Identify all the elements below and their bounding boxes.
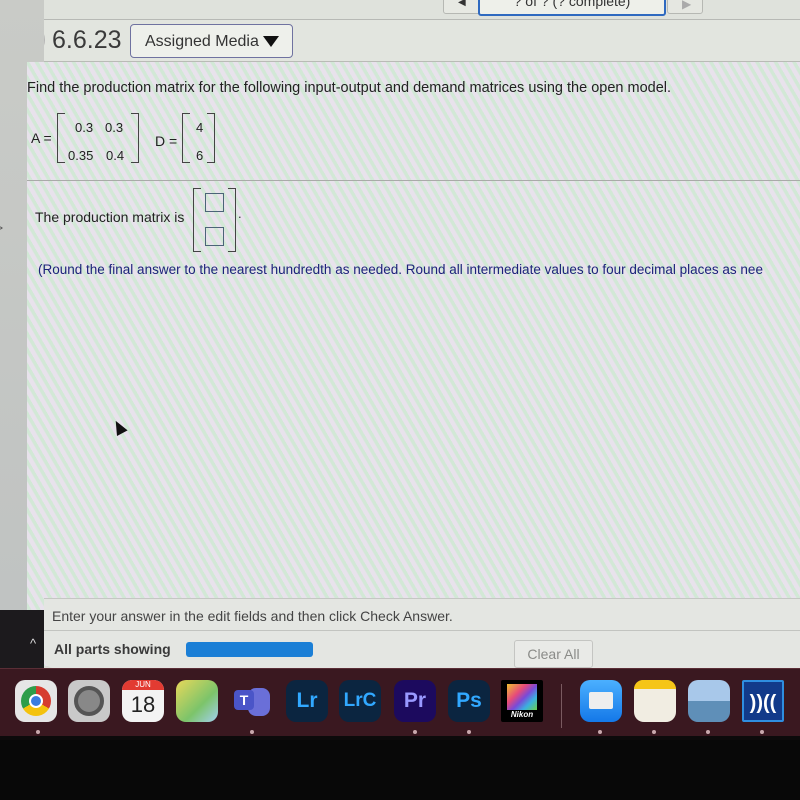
remote-desktop-icon[interactable]: ))(( <box>742 680 784 722</box>
answer-label: The production matrix is <box>35 209 185 225</box>
running-indicator <box>36 730 40 734</box>
photoshop-icon[interactable]: Ps <box>448 680 490 722</box>
chevron-up-icon[interactable]: ^ <box>30 636 36 651</box>
matrix-a-cell: 0.3 <box>105 120 124 135</box>
answer-field-row-2[interactable] <box>205 227 224 246</box>
calendar-icon[interactable]: JUN 18 <box>122 680 164 722</box>
matrix-d-cell: 4 <box>196 120 204 135</box>
assigned-media-label: Assigned Media <box>145 33 259 50</box>
mail-icon[interactable] <box>580 680 622 722</box>
matrix-a-cell: 0.4 <box>106 148 125 163</box>
running-indicator <box>250 730 254 734</box>
preview-icon[interactable] <box>688 680 730 722</box>
next-question-button[interactable]: ▶ <box>667 0 703 14</box>
answer-left-bracket <box>193 188 201 252</box>
maps-icon[interactable] <box>176 680 218 722</box>
lightroom-classic-icon[interactable]: LrC <box>339 680 381 722</box>
triangle-left-icon: ◀ <box>458 0 466 8</box>
question-content-area <box>27 62 800 666</box>
envelope-glyph <box>589 692 613 709</box>
running-indicator <box>413 730 417 734</box>
gear-glyph <box>74 686 104 716</box>
dock-separator <box>561 684 562 728</box>
answer-period: . <box>238 206 242 221</box>
chrome-center <box>29 694 43 708</box>
matrix-a-cell: 0.3 <box>75 120 94 135</box>
notes-top-strip <box>634 680 676 689</box>
matrix-d-cell: 6 <box>196 148 204 163</box>
rounding-hint: (Round the final answer to the nearest h… <box>38 262 763 277</box>
chrome-icon[interactable] <box>15 680 57 722</box>
page-indicator-text: ? of ? (? complete) <box>513 0 631 9</box>
question-prompt: Find the production matrix for the follo… <box>27 80 672 96</box>
running-indicator <box>652 730 656 734</box>
dropdown-triangle-icon <box>262 36 279 47</box>
question-page-select[interactable]: ? of ? (? complete) <box>478 0 666 16</box>
settings-icon[interactable] <box>68 680 110 722</box>
matrix-d-left-bracket <box>182 113 190 163</box>
running-indicator <box>598 730 602 734</box>
top-navigation: ◀ ? of ? (? complete) ▶ <box>0 0 800 20</box>
parts-progress-bar <box>186 642 313 657</box>
nikon-logo-glyph <box>507 684 537 710</box>
running-indicator <box>760 730 764 734</box>
running-indicator <box>467 730 471 734</box>
calendar-day: 18 <box>130 692 156 717</box>
triangle-right-icon: ▶ <box>682 0 692 11</box>
notes-icon[interactable] <box>634 680 676 722</box>
teams-t-glyph: T <box>234 690 254 710</box>
premiere-icon[interactable]: Pr <box>394 680 436 722</box>
answer-right-bracket <box>228 188 236 252</box>
section-divider <box>27 180 800 181</box>
nikon-icon[interactable]: Nikon <box>501 680 543 722</box>
matrix-d-right-bracket <box>207 113 215 163</box>
matrix-a-label: A = <box>31 130 52 146</box>
matrix-a-cell: 0.35 <box>68 148 94 163</box>
lightroom-icon[interactable]: Lr <box>286 680 328 722</box>
matrix-a-left-bracket <box>57 113 65 163</box>
matrix-d-label: D = <box>155 133 178 149</box>
expand-arrow-icon[interactable]: > <box>0 221 3 235</box>
clear-all-button[interactable]: Clear All <box>514 640 593 668</box>
matrix-a-right-bracket <box>131 113 139 163</box>
assigned-media-button[interactable]: Assigned Media <box>130 24 293 58</box>
laptop-bezel <box>0 740 800 800</box>
running-indicator <box>706 730 710 734</box>
browser-viewport: ◀ ? of ? (? complete) ▶ ✕ 6.6.23 Assigne… <box>0 0 800 668</box>
window-edge <box>0 610 44 668</box>
parts-showing-label: All parts showing <box>54 641 171 657</box>
teams-icon[interactable]: T <box>230 680 272 722</box>
answer-field-row-1[interactable] <box>205 193 224 212</box>
calendar-month: JUN <box>122 680 164 690</box>
footer-divider <box>44 630 800 631</box>
footer-instruction: Enter your answer in the edit fields and… <box>52 608 453 624</box>
question-number: 6.6.23 <box>52 26 122 54</box>
nikon-label: Nikon <box>510 710 534 719</box>
previous-question-button[interactable]: ◀ <box>443 0 481 14</box>
